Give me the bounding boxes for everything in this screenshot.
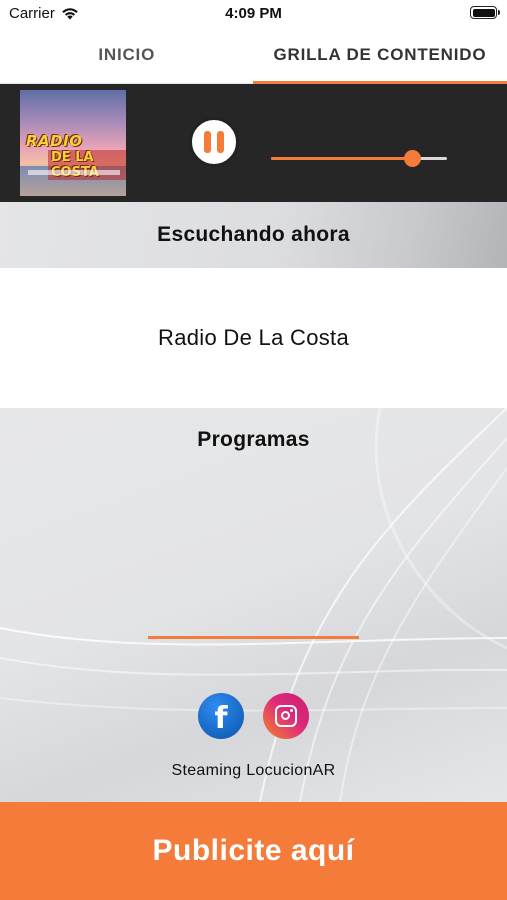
facebook-icon: f <box>214 700 228 736</box>
album-art-tagline <box>28 170 120 175</box>
ad-banner-label: Publicite aquí <box>152 834 355 867</box>
pause-icon <box>217 131 224 153</box>
status-bar: Carrier 4:09 PM <box>0 0 507 26</box>
background-waves <box>0 408 507 802</box>
pause-icon <box>204 131 211 153</box>
battery-icon <box>470 6 500 19</box>
programs-heading: Programas <box>197 428 310 451</box>
pause-button[interactable] <box>189 117 239 167</box>
now-playing-heading: Escuchando ahora <box>157 223 350 246</box>
social-links: f <box>0 693 507 739</box>
instagram-icon <box>275 705 297 727</box>
tab-bar: INICIO GRILLA DE CONTENIDO <box>0 26 507 84</box>
now-playing-header: Escuchando ahora <box>0 202 507 268</box>
album-art-title: RADIO <box>26 132 83 150</box>
facebook-button[interactable]: f <box>198 693 244 739</box>
credit-text: Steaming LocucionAR <box>171 762 336 779</box>
album-art: RADIO DE LA COSTA <box>20 90 126 196</box>
album-art-subtitle: DE LA COSTA <box>48 150 126 180</box>
volume-slider[interactable] <box>271 148 447 168</box>
programs-section: Programas f Steaming LocucionAR <box>0 408 507 802</box>
tab-grilla-de-contenido[interactable]: GRILLA DE CONTENIDO <box>253 26 507 84</box>
tab-inicio[interactable]: INICIO <box>0 26 253 84</box>
orange-divider <box>148 636 359 639</box>
status-time: 4:09 PM <box>225 5 282 22</box>
volume-fill <box>271 157 412 160</box>
player-bar: RADIO DE LA COSTA <box>0 84 507 202</box>
station-name: Radio De La Costa <box>0 268 507 408</box>
volume-thumb[interactable] <box>403 150 421 167</box>
instagram-button[interactable] <box>263 693 309 739</box>
ad-banner[interactable]: Publicite aquí <box>0 802 507 900</box>
